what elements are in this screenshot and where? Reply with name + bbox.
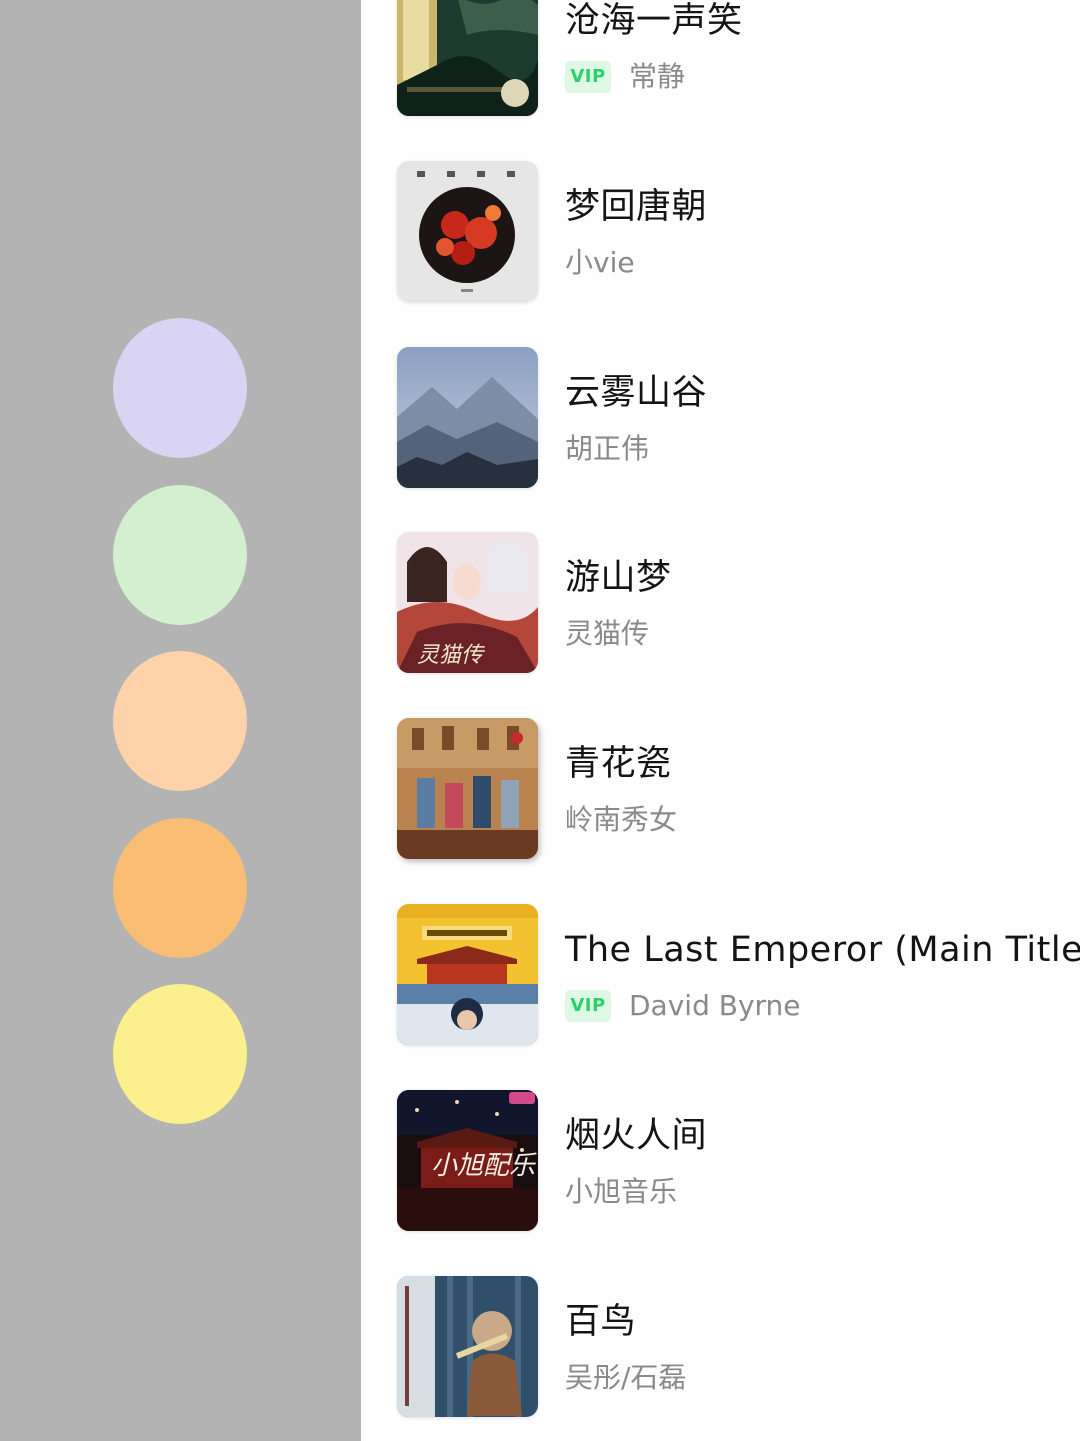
song-subtitle: 吴彤/石磊 bbox=[565, 1360, 686, 1396]
song-title: 青花瓷 bbox=[565, 744, 672, 784]
vip-badge: VIP bbox=[565, 61, 611, 93]
song-subtitle: 胡正伟 bbox=[565, 431, 649, 467]
color-swatch-peach[interactable] bbox=[113, 651, 247, 791]
song-artist: 岭南秀女 bbox=[565, 803, 678, 836]
song-subtitle: 小旭音乐 bbox=[565, 1174, 677, 1210]
song-row[interactable]: 沧海一声笑 VIP 常静 bbox=[361, 0, 1080, 117]
album-cover[interactable] bbox=[397, 1276, 538, 1417]
album-cover[interactable] bbox=[397, 0, 538, 116]
song-row[interactable]: 云雾山谷 胡正伟 bbox=[361, 347, 1080, 489]
color-swatch-mint[interactable] bbox=[113, 485, 247, 625]
song-artist: 小旭音乐 bbox=[565, 1175, 678, 1208]
song-artist: 吴彤/石磊 bbox=[565, 1361, 687, 1394]
song-artist: 常静 bbox=[629, 60, 686, 93]
song-title: 烟火人间 bbox=[565, 1116, 708, 1156]
song-title: 游山梦 bbox=[565, 558, 672, 598]
song-subtitle: VIP 常静 bbox=[565, 59, 685, 95]
color-swatch-yellow[interactable] bbox=[113, 984, 247, 1124]
album-cover[interactable] bbox=[397, 347, 538, 488]
song-subtitle: 岭南秀女 bbox=[565, 802, 677, 838]
song-subtitle: 灵猫传 bbox=[565, 616, 649, 652]
song-title: 沧海一声笑 bbox=[565, 1, 743, 41]
color-palette-panel bbox=[0, 0, 361, 1441]
album-cover[interactable]: 灵猫传 bbox=[397, 532, 538, 673]
album-cover[interactable] bbox=[397, 718, 538, 859]
song-subtitle: 小vie bbox=[565, 245, 635, 281]
song-row[interactable]: 小旭配乐 烟火人间 小旭音乐 bbox=[361, 1090, 1080, 1232]
song-row[interactable]: 梦回唐朝 小vie bbox=[361, 161, 1080, 303]
song-row[interactable]: 青花瓷 岭南秀女 bbox=[361, 718, 1080, 860]
song-subtitle: VIP David Byrne bbox=[565, 988, 801, 1024]
color-swatch-lavender[interactable] bbox=[113, 318, 247, 458]
album-cover[interactable] bbox=[397, 904, 538, 1045]
song-artist: 小vie bbox=[565, 246, 635, 279]
album-cover[interactable] bbox=[397, 161, 538, 302]
song-list: 沧海一声笑 VIP 常静 梦回唐朝 小vie 云雾山谷 胡正伟 灵猫传 游山梦 … bbox=[361, 0, 1080, 1441]
song-title: 云雾山谷 bbox=[565, 373, 708, 413]
album-cover[interactable]: 小旭配乐 bbox=[397, 1090, 538, 1231]
song-title: The Last Emperor (Main Title T bbox=[565, 930, 1080, 970]
song-artist: 灵猫传 bbox=[565, 617, 650, 650]
song-row[interactable]: 百鸟 吴彤/石磊 bbox=[361, 1276, 1080, 1418]
color-swatch-orange[interactable] bbox=[113, 818, 247, 958]
song-title: 百鸟 bbox=[565, 1302, 637, 1342]
vip-badge: VIP bbox=[565, 990, 611, 1022]
song-title: 梦回唐朝 bbox=[565, 187, 708, 227]
svg-text:小旭配乐: 小旭配乐 bbox=[431, 1151, 537, 1181]
song-row[interactable]: 灵猫传 游山梦 灵猫传 bbox=[361, 532, 1080, 674]
svg-text:灵猫传: 灵猫传 bbox=[417, 643, 485, 668]
song-artist: David Byrne bbox=[629, 989, 801, 1022]
song-artist: 胡正伟 bbox=[565, 432, 650, 465]
song-row[interactable]: The Last Emperor (Main Title T VIP David… bbox=[361, 904, 1080, 1046]
